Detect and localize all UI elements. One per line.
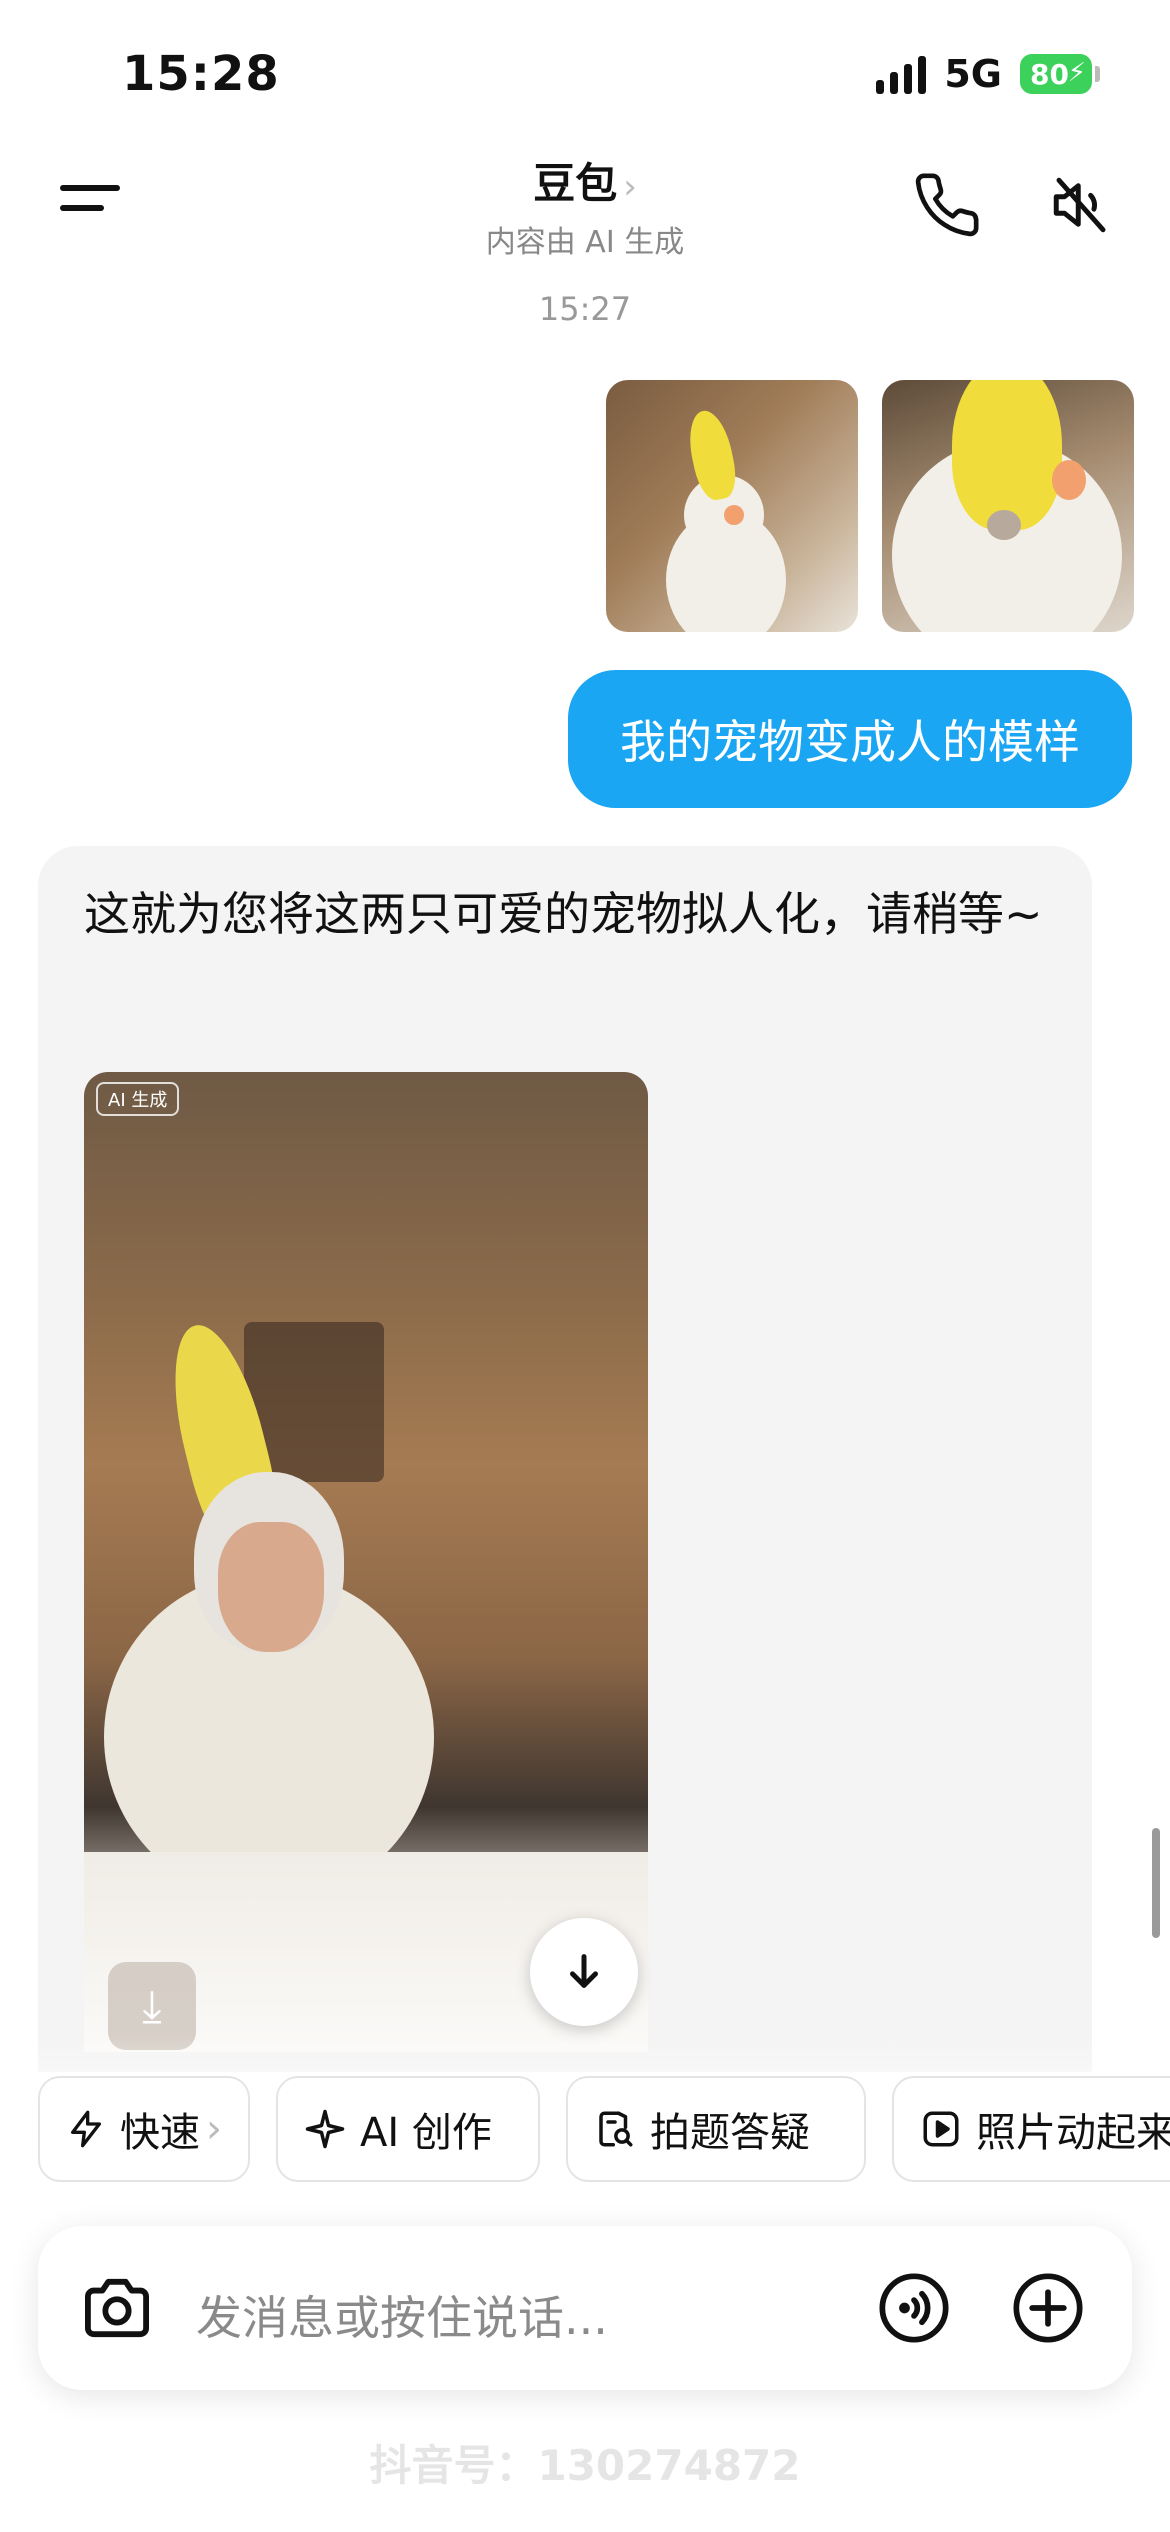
sparkle-icon — [304, 2108, 346, 2150]
camera-icon[interactable] — [82, 2276, 152, 2340]
user-message-bubble[interactable]: 我的宠物变成人的模样 — [568, 670, 1132, 808]
quick-action-label: AI 创作 — [360, 2110, 492, 2156]
arrow-down-icon — [570, 1954, 598, 1988]
search-doc-icon — [594, 2108, 636, 2150]
play-icon — [920, 2108, 962, 2150]
chat-title[interactable]: 豆包 — [533, 159, 617, 208]
message-input-placeholder[interactable]: 发消息或按住说话... — [196, 2282, 608, 2348]
user-message-text: 我的宠物变成人的模样 — [620, 715, 1080, 769]
quick-action-ai-create[interactable]: AI 创作 — [276, 2076, 540, 2182]
speaker-mute-icon[interactable] — [1048, 172, 1114, 238]
network-type: 5G — [944, 52, 1002, 96]
scrollbar[interactable] — [1152, 1828, 1160, 1938]
watermark: 抖音号：130274872 — [369, 2441, 801, 2490]
chevron-right-icon: › — [206, 2106, 222, 2152]
quick-action-label: 快速 — [120, 2110, 200, 2156]
status-indicators: 5G 80 ⚡ — [876, 52, 1100, 96]
quick-action-photo-question[interactable]: 拍题答疑 — [566, 2076, 866, 2182]
chat-subtitle: 内容由 AI 生成 — [485, 225, 685, 260]
signal-icon — [876, 54, 927, 94]
quick-action-label: 拍题答疑 — [650, 2110, 810, 2156]
user-photo-1[interactable] — [606, 380, 858, 632]
quick-action-label: 照片动起来 — [976, 2110, 1170, 2156]
battery-icon: 80 ⚡ — [1020, 54, 1100, 94]
chevron-right-icon: › — [623, 167, 637, 207]
quick-action-animate-photo[interactable]: 照片动起来 — [892, 2076, 1170, 2182]
phone-icon[interactable] — [912, 170, 982, 240]
bot-message-text: 这就为您将这两只可爱的宠物拟人化，请稍等~ — [84, 887, 1043, 941]
quick-action-fast[interactable]: 快速 › — [38, 2076, 250, 2182]
message-timestamp: 15:27 — [538, 290, 632, 328]
user-photo-2[interactable] — [882, 380, 1134, 632]
generated-image[interactable]: AI 生成 ⤓ — [84, 1072, 648, 2052]
chat-header[interactable]: 豆包 › 内容由 AI 生成 — [0, 150, 1170, 261]
battery-level: 80 — [1030, 57, 1069, 91]
save-image-button[interactable] — [530, 1918, 638, 2026]
voice-call-icon[interactable] — [876, 2270, 952, 2346]
status-time: 15:28 — [122, 46, 280, 102]
plus-icon[interactable] — [1010, 2270, 1086, 2346]
lightning-icon — [66, 2109, 106, 2149]
ai-generated-badge: AI 生成 — [96, 1082, 180, 1116]
